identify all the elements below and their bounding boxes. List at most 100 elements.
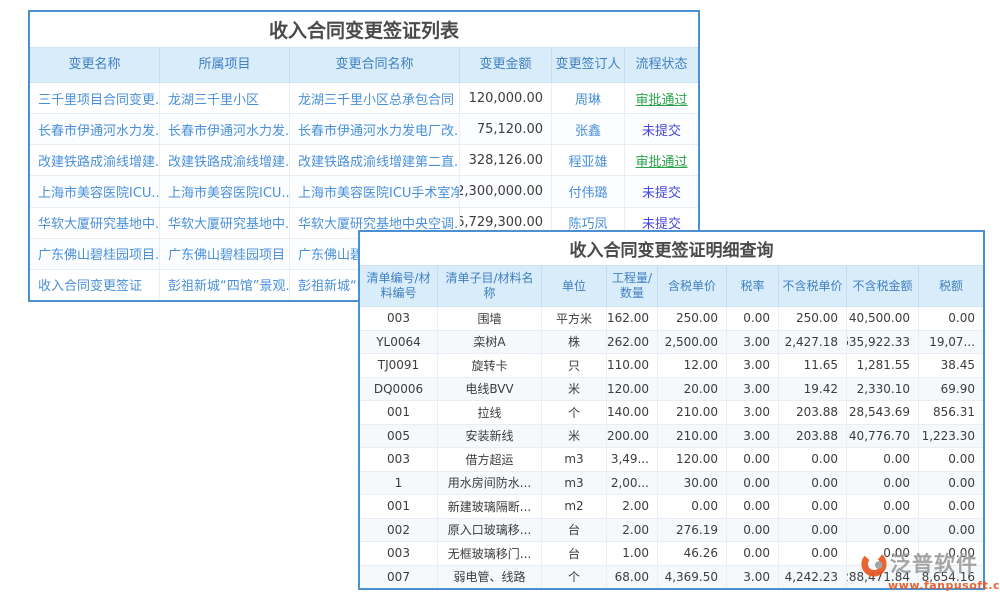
table-row[interactable]: 001拉线个140.00210.003.00203.8828,543.69856… — [360, 401, 983, 425]
cell: YL0064 — [360, 331, 438, 354]
cell: 新建玻璃隔断... — [438, 495, 542, 518]
cell: 0.00 — [727, 307, 779, 330]
cell-link[interactable]: 程亚雄 — [552, 145, 625, 175]
table-row[interactable]: 1用水房间防水...m32,00...30.000.000.000.000.00 — [360, 472, 983, 496]
cell-link[interactable]: 广东佛山碧桂园项目... — [30, 239, 160, 269]
cell: 005 — [360, 425, 438, 448]
cell: 1.00 — [607, 542, 658, 565]
cell: 0.00 — [727, 519, 779, 542]
table-row[interactable]: 003借方超运m33,49...120.000.000.000.000.00 — [360, 448, 983, 472]
list-table-header-row: 变更名称所属项目变更合同名称变更金额变更签订人流程状态 — [30, 47, 698, 83]
cell: 台 — [542, 542, 607, 565]
cell-link[interactable]: 付伟璐 — [552, 176, 625, 206]
column-header: 变更合同名称 — [290, 48, 460, 82]
detail-table-header-row: 清单编号/材料编号清单子目/材料名称单位工程量/数量含税单价税率不含税单价不含税… — [360, 265, 983, 307]
cell: 拉线 — [438, 401, 542, 424]
column-header: 不含税单价 — [779, 266, 847, 306]
cell: 2,500.00 — [658, 331, 727, 354]
cell-link[interactable]: 收入合同变更签证 — [30, 270, 160, 300]
table-row[interactable]: 上海市美容医院ICU...上海市美容医院ICU...上海市美容医院ICU手术室净… — [30, 176, 698, 207]
cell-link[interactable]: 张鑫 — [552, 114, 625, 144]
cell-link[interactable]: 上海市美容医院ICU手术室净... — [290, 176, 460, 206]
cell: 株 — [542, 331, 607, 354]
cell: 旋转卡 — [438, 354, 542, 377]
cell: 未提交 — [625, 176, 698, 206]
table-row[interactable]: TJ0091旋转卡只110.0012.003.0011.651,281.5538… — [360, 354, 983, 378]
cell: 003 — [360, 542, 438, 565]
cell: 200.00 — [607, 425, 658, 448]
cell: 0.00 — [779, 519, 847, 542]
cell: 0.00 — [919, 519, 983, 542]
table-row[interactable]: YL0064栾树A株262.002,500.003.002,427.18635,… — [360, 331, 983, 355]
table-row[interactable]: 长春市伊通河水力发...长春市伊通河水力发...长春市伊通河水力发电厂改...7… — [30, 114, 698, 145]
column-header: 变更签订人 — [552, 48, 625, 82]
cell: 28,543.69 — [847, 401, 919, 424]
cell-link[interactable]: 龙湖三千里小区 — [160, 83, 290, 113]
cell: 203.88 — [779, 425, 847, 448]
table-row[interactable]: 001新建玻璃隔断...m22.000.000.000.000.000.00 — [360, 495, 983, 519]
table-row[interactable]: 003围墙平方米162.00250.000.00250.0040,500.000… — [360, 307, 983, 331]
cell-link[interactable]: 龙湖三千里小区总承包合同 — [290, 83, 460, 113]
cell-link[interactable]: 上海市美容医院ICU... — [160, 176, 290, 206]
cell: 162.00 — [607, 307, 658, 330]
cell: 635,922.33 — [847, 331, 919, 354]
cell: 无框玻璃移门... — [438, 542, 542, 565]
cell-link[interactable]: 周琳 — [552, 83, 625, 113]
cell-link[interactable]: 上海市美容医院ICU... — [30, 176, 160, 206]
cell-link[interactable]: 改建铁路成渝线增建第二直... — [290, 145, 460, 175]
fanpu-logo-icon — [860, 550, 888, 578]
cell: 弱电管、线路 — [438, 566, 542, 589]
column-header: 清单子目/材料名称 — [438, 266, 542, 306]
cell: 米 — [542, 378, 607, 401]
cell: 只 — [542, 354, 607, 377]
cell-link[interactable]: 华软大厦研究基地中... — [160, 208, 290, 238]
cell-link[interactable]: 长春市伊通河水力发... — [30, 114, 160, 144]
cell: 3.00 — [727, 354, 779, 377]
cell: 原入口玻璃移... — [438, 519, 542, 542]
column-header: 税额 — [919, 266, 983, 306]
cell: 856.31 — [919, 401, 983, 424]
cell-link[interactable]: 彭祖新城“四馆”景观... — [160, 270, 290, 300]
cell-link[interactable]: 三千里项目合同变更... — [30, 83, 160, 113]
cell: 0.00 — [727, 472, 779, 495]
cell: 250.00 — [658, 307, 727, 330]
cell: 001 — [360, 401, 438, 424]
cell: 0.00 — [919, 472, 983, 495]
cell: 0.00 — [727, 542, 779, 565]
cell: 262.00 — [607, 331, 658, 354]
cell: 3.00 — [727, 378, 779, 401]
cell-link[interactable]: 华软大厦研究基地中... — [30, 208, 160, 238]
cell: 40,500.00 — [847, 307, 919, 330]
table-row[interactable]: 三千里项目合同变更...龙湖三千里小区龙湖三千里小区总承包合同120,000.0… — [30, 83, 698, 114]
cell: 2,300,000.00 — [460, 176, 552, 206]
cell: 40,776.70 — [847, 425, 919, 448]
cell: m3 — [542, 448, 607, 471]
cell: 栾树A — [438, 331, 542, 354]
cell-link[interactable]: 广东佛山碧桂园项目 — [160, 239, 290, 269]
table-row[interactable]: 改建铁路成渝线增建...改建铁路成渝线增建...改建铁路成渝线增建第二直...3… — [30, 145, 698, 176]
cell: 140.00 — [607, 401, 658, 424]
cell: m3 — [542, 472, 607, 495]
cell-link[interactable]: 改建铁路成渝线增建... — [160, 145, 290, 175]
cell-link[interactable]: 长春市伊通河水力发电厂改... — [290, 114, 460, 144]
cell: 0.00 — [779, 472, 847, 495]
watermark-brand: 泛普软件 — [890, 554, 978, 575]
table-row[interactable]: 005安装新线米200.00210.003.00203.8840,776.701… — [360, 425, 983, 449]
column-header: 单位 — [542, 266, 607, 306]
cell-link[interactable]: 长春市伊通河水力发... — [160, 114, 290, 144]
cell: 19.42 — [779, 378, 847, 401]
list-window-title: 收入合同变更签证列表 — [30, 12, 698, 47]
cell: 120.00 — [658, 448, 727, 471]
cell-link[interactable]: 改建铁路成渝线增建... — [30, 145, 160, 175]
column-header: 清单编号/材料编号 — [360, 266, 438, 306]
cell: 0.00 — [919, 307, 983, 330]
cell: m2 — [542, 495, 607, 518]
cell: 120.00 — [607, 378, 658, 401]
watermark-url: www.fanpusoft.com — [888, 580, 1000, 591]
cell: 11.65 — [779, 354, 847, 377]
table-row[interactable]: DQ0006电线BVV米120.0020.003.0019.422,330.10… — [360, 378, 983, 402]
cell: 未提交 — [625, 114, 698, 144]
cell: 平方米 — [542, 307, 607, 330]
table-row[interactable]: 002原入口玻璃移...台2.00276.190.000.000.000.00 — [360, 519, 983, 543]
cell: 个 — [542, 566, 607, 589]
